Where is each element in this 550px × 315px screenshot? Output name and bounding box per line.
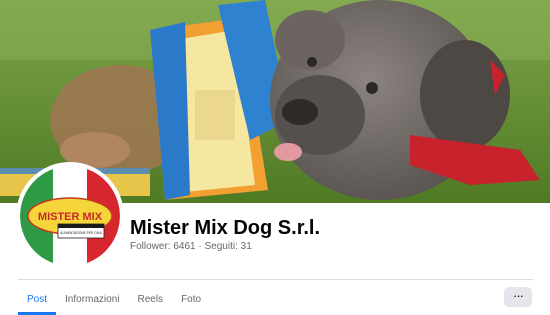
- more-options-button[interactable]: ···: [504, 287, 532, 307]
- mister-mix-logo: MISTER MIX ALIMENTAZIONE PER CANI: [20, 166, 120, 266]
- page-stats: Follower: 6461 · Seguiti: 31: [130, 241, 252, 252]
- page-tabs: Post Informazioni Reels Foto: [18, 283, 210, 315]
- tab-post-label: Post: [27, 293, 48, 305]
- page-title: Mister Mix Dog S.r.l.: [130, 217, 321, 239]
- tab-informazioni-label: Informazioni: [65, 293, 120, 305]
- svg-text:MISTER MIX: MISTER MIX: [38, 211, 103, 223]
- tab-foto-label: Foto: [181, 293, 202, 305]
- following-label[interactable]: Seguiti:: [205, 241, 238, 252]
- tab-reels-label: Reels: [137, 293, 164, 305]
- svg-text:ALIMENTAZIONE PER CANI: ALIMENTAZIONE PER CANI: [60, 231, 101, 235]
- tab-post[interactable]: Post: [18, 283, 57, 315]
- stats-separator: ·: [198, 241, 202, 252]
- followers-count[interactable]: 6461: [173, 241, 195, 252]
- followers-label[interactable]: Follower:: [130, 241, 171, 252]
- tab-informazioni[interactable]: Informazioni: [56, 283, 128, 315]
- tab-reels[interactable]: Reels: [128, 283, 172, 315]
- more-horizontal-icon: ···: [513, 287, 524, 303]
- following-count[interactable]: 31: [241, 241, 252, 252]
- tab-foto[interactable]: Foto: [172, 283, 210, 315]
- profile-avatar[interactable]: MISTER MIX ALIMENTAZIONE PER CANI: [20, 166, 120, 266]
- header-divider: [18, 279, 533, 280]
